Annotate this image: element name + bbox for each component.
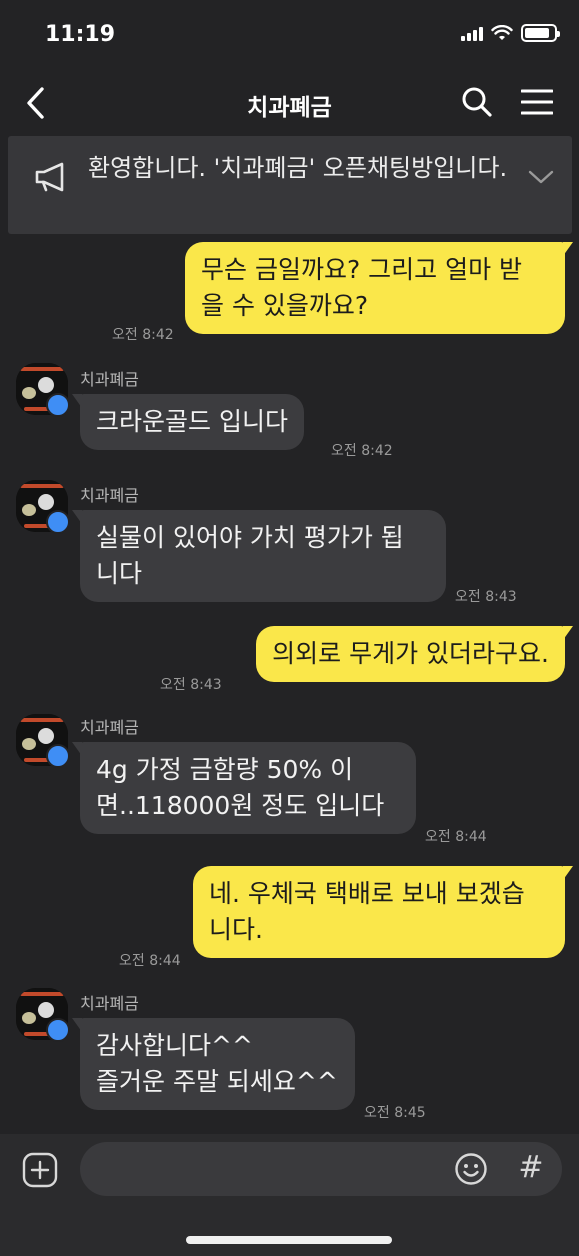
chevron-down-icon[interactable] <box>528 168 554 186</box>
avatar[interactable] <box>16 714 70 768</box>
hamburger-menu-icon <box>520 89 554 115</box>
avatar[interactable] <box>16 480 70 534</box>
message-time: 오전 8:44 <box>425 829 487 845</box>
message-time: 오전 8:42 <box>112 327 174 343</box>
message-time: 오전 8:45 <box>364 1105 426 1121</box>
message-time: 오전 8:43 <box>160 677 222 693</box>
battery-fill <box>525 28 549 38</box>
search-button[interactable] <box>461 86 493 118</box>
message-input-field[interactable]: # <box>80 1142 562 1196</box>
other-message-bubble[interactable]: 4g 가정 금함량 50% 이 면..118000원 정도 입니다 <box>72 742 416 834</box>
message-input-bar: # <box>0 1134 579 1256</box>
status-time: 11:19 <box>45 22 116 47</box>
search-icon <box>462 87 492 117</box>
hashtag-button[interactable]: # <box>516 1148 546 1188</box>
crown-icon <box>46 1018 70 1042</box>
notice-banner[interactable]: 환영합니다. '치과폐금' 오픈채팅방입니다. <box>8 136 572 234</box>
message-time: 오전 8:42 <box>331 443 393 459</box>
emoji-icon <box>455 1153 487 1185</box>
message-time: 오전 8:44 <box>119 953 181 969</box>
my-message-bubble[interactable]: 의외로 무게가 있더라구요. <box>256 626 573 682</box>
menu-button[interactable] <box>520 88 554 116</box>
attach-button[interactable] <box>22 1152 58 1188</box>
sender-name: 치과폐금 <box>80 370 139 389</box>
notice-text: 환영합니다. '치과폐금' 오픈채팅방입니다. <box>88 154 508 182</box>
my-message-bubble[interactable]: 무슨 금일까요? 그리고 얼마 받 을 수 있을까요? <box>185 242 573 334</box>
avatar[interactable] <box>16 988 70 1042</box>
crown-icon <box>46 510 70 534</box>
home-indicator <box>186 1236 392 1244</box>
crown-icon <box>46 744 70 768</box>
signal-icon <box>461 25 483 41</box>
other-message-bubble[interactable]: 실물이 있어야 가치 평가가 됩 니다 <box>72 510 446 602</box>
my-message-bubble[interactable]: 네. 우체국 택배로 보내 보겠습 니다. <box>193 866 573 958</box>
other-message-bubble[interactable]: 크라운골드 입니다 <box>72 394 304 450</box>
message-time: 오전 8:43 <box>455 589 517 605</box>
sender-name: 치과폐금 <box>80 718 139 737</box>
status-icons <box>461 24 560 42</box>
chat-header: 치과폐금 <box>0 70 579 134</box>
crown-icon <box>46 393 70 417</box>
avatar[interactable] <box>16 363 70 417</box>
status-bar: 11:19 <box>0 0 579 70</box>
emoji-button[interactable] <box>454 1152 488 1186</box>
wifi-icon <box>491 25 513 40</box>
other-message-bubble[interactable]: 감사합니다^^ 즐거운 주말 되세요^^ <box>72 1018 355 1110</box>
message-input[interactable] <box>98 1150 438 1188</box>
plus-icon <box>22 1152 58 1188</box>
sender-name: 치과폐금 <box>80 486 139 505</box>
sender-name: 치과폐금 <box>80 994 139 1013</box>
battery-icon <box>521 24 560 42</box>
megaphone-icon <box>35 162 64 192</box>
